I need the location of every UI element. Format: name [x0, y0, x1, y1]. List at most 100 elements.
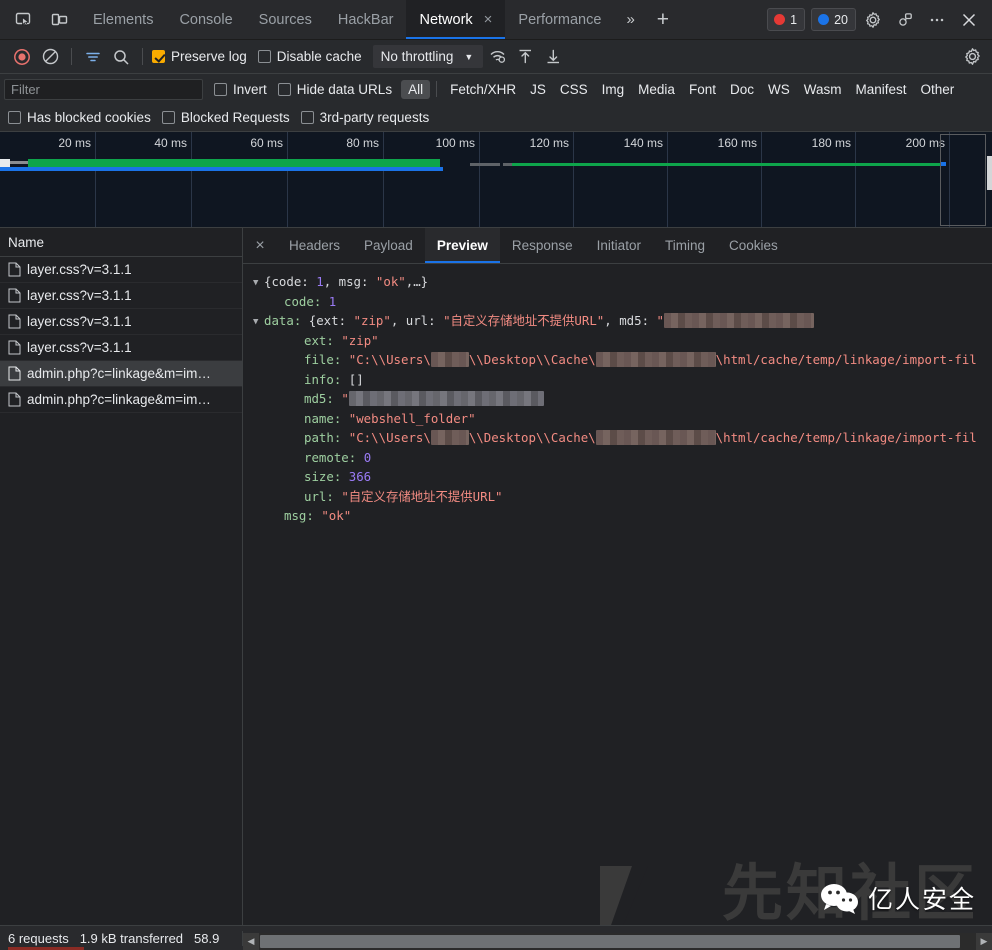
- json-token: ": [657, 313, 664, 328]
- device-toolbar-icon[interactable]: [44, 6, 74, 34]
- scroll-left-arrow-icon[interactable]: ◀: [243, 933, 259, 950]
- json-tree-row[interactable]: code: 1: [243, 292, 992, 312]
- tab-preview[interactable]: Preview: [425, 228, 500, 263]
- add-tab-button[interactable]: +: [647, 0, 679, 39]
- request-row-3[interactable]: layer.css?v=3.1.1: [0, 309, 242, 335]
- resource-type-filters: All Fetch/XHR JS CSS Img Media Font Doc …: [401, 80, 961, 99]
- type-filter-js[interactable]: JS: [523, 80, 553, 99]
- json-tree-row[interactable]: info: []: [243, 370, 992, 390]
- type-filter-font[interactable]: Font: [682, 80, 723, 99]
- type-filter-wasm[interactable]: Wasm: [797, 80, 849, 99]
- hide-data-urls-checkbox[interactable]: Hide data URLs: [276, 82, 401, 97]
- checkbox-box: [278, 83, 291, 96]
- filter-icon[interactable]: [79, 44, 107, 70]
- checkbox-box: [214, 83, 227, 96]
- checkbox-box: [301, 111, 314, 124]
- inspect-element-icon[interactable]: [8, 6, 38, 34]
- type-filter-media[interactable]: Media: [631, 80, 682, 99]
- has-blocked-cookies-checkbox[interactable]: Has blocked cookies: [6, 110, 160, 125]
- json-token: url:: [304, 489, 341, 504]
- close-detail-icon[interactable]: ×: [243, 228, 277, 263]
- json-tree-row[interactable]: ▼{code: 1, msg: "ok",…}: [243, 272, 992, 292]
- overview-selection-box[interactable]: [940, 134, 986, 226]
- tab-payload[interactable]: Payload: [352, 228, 425, 263]
- detail-tabs: × Headers Payload Preview Response Initi…: [243, 228, 992, 264]
- preserve-log-checkbox[interactable]: Preserve log: [150, 49, 256, 64]
- tab-timing[interactable]: Timing: [653, 228, 717, 263]
- checkbox-box: [8, 111, 21, 124]
- kebab-menu-icon[interactable]: [922, 6, 952, 34]
- json-tree-row[interactable]: path: "C:\\Users\\\Desktop\\Cache\\html/…: [243, 428, 992, 448]
- error-counter[interactable]: 1: [767, 8, 805, 31]
- json-tree-row[interactable]: remote: 0: [243, 448, 992, 468]
- tab-response[interactable]: Response: [500, 228, 585, 263]
- tab-cookies[interactable]: Cookies: [717, 228, 790, 263]
- tab-initiator[interactable]: Initiator: [585, 228, 653, 263]
- import-har-icon[interactable]: [511, 44, 539, 70]
- overview-tick-label: 60 ms: [250, 136, 283, 150]
- request-list-header[interactable]: Name: [0, 228, 242, 257]
- scroll-right-arrow-icon[interactable]: ▶: [976, 933, 992, 950]
- request-row-6[interactable]: admin.php?c=linkage&m=im…: [0, 387, 242, 413]
- overview-bars: [0, 159, 992, 181]
- preview-json-tree[interactable]: ▼{code: 1, msg: "ok",…}code: 1▼data: {ex…: [243, 264, 992, 925]
- record-button[interactable]: [8, 44, 36, 70]
- third-party-requests-checkbox[interactable]: 3rd-party requests: [299, 110, 439, 125]
- search-icon[interactable]: [107, 44, 135, 70]
- type-filter-other[interactable]: Other: [914, 80, 962, 99]
- request-row-2[interactable]: layer.css?v=3.1.1: [0, 283, 242, 309]
- info-counter[interactable]: 20: [811, 8, 856, 31]
- tab-network[interactable]: Network ×: [406, 0, 505, 39]
- type-filter-img[interactable]: Img: [595, 80, 632, 99]
- scrollbar-thumb[interactable]: [260, 935, 960, 948]
- network-settings-gear-icon[interactable]: [958, 44, 986, 70]
- request-row-4[interactable]: layer.css?v=3.1.1: [0, 335, 242, 361]
- json-token: ,…}: [406, 274, 428, 289]
- tab-performance[interactable]: Performance: [505, 0, 614, 39]
- tab-console[interactable]: Console: [166, 0, 245, 39]
- request-list-body: layer.css?v=3.1.1 layer.css?v=3.1.1 laye…: [0, 257, 242, 925]
- json-tree-row[interactable]: msg: "ok": [243, 506, 992, 526]
- tab-sources[interactable]: Sources: [246, 0, 325, 39]
- more-options-icon[interactable]: [890, 6, 920, 34]
- type-filter-doc[interactable]: Doc: [723, 80, 761, 99]
- json-tree-row[interactable]: size: 366: [243, 467, 992, 487]
- json-tree-row[interactable]: md5: ": [243, 389, 992, 409]
- export-har-icon[interactable]: [539, 44, 567, 70]
- document-icon: [8, 392, 21, 407]
- disable-cache-checkbox[interactable]: Disable cache: [256, 49, 371, 64]
- json-tree-row[interactable]: file: "C:\\Users\\\Desktop\\Cache\\html/…: [243, 350, 992, 370]
- network-overview-timeline[interactable]: 20 ms 40 ms 60 ms 80 ms 100 ms 120 ms 14…: [0, 132, 992, 228]
- json-token: md5:: [304, 391, 341, 406]
- json-tree-row[interactable]: url: "自定义存储地址不提供URL": [243, 487, 992, 507]
- close-devtools-icon[interactable]: [954, 6, 984, 34]
- close-icon[interactable]: ×: [484, 12, 493, 27]
- blocked-requests-checkbox[interactable]: Blocked Requests: [160, 110, 299, 125]
- document-icon: [8, 288, 21, 303]
- type-filter-manifest[interactable]: Manifest: [848, 80, 913, 99]
- json-tree-row[interactable]: ext: "zip": [243, 331, 992, 351]
- json-token: 366: [349, 469, 371, 484]
- detail-horizontal-scrollbar[interactable]: ◀ ▶: [243, 933, 992, 950]
- tab-elements[interactable]: Elements: [80, 0, 166, 39]
- gear-icon[interactable]: [858, 6, 888, 34]
- overview-right-handle[interactable]: [987, 156, 992, 190]
- request-row-5[interactable]: admin.php?c=linkage&m=im…: [0, 361, 242, 387]
- type-filter-all[interactable]: All: [401, 80, 430, 99]
- type-filter-fetch-xhr[interactable]: Fetch/XHR: [443, 80, 523, 99]
- tab-hackbar[interactable]: HackBar: [325, 0, 407, 39]
- type-filter-ws[interactable]: WS: [761, 80, 797, 99]
- request-row-1[interactable]: layer.css?v=3.1.1: [0, 257, 242, 283]
- more-tabs-icon[interactable]: »: [614, 0, 646, 39]
- tab-headers[interactable]: Headers: [277, 228, 352, 263]
- invert-checkbox[interactable]: Invert: [212, 82, 276, 97]
- filter-input[interactable]: [4, 79, 203, 100]
- json-tree-row[interactable]: ▼data: {ext: "zip", url: "自定义存储地址不提供URL"…: [243, 311, 992, 331]
- json-token: 1: [329, 294, 336, 309]
- json-tree-row[interactable]: name: "webshell_folder": [243, 409, 992, 429]
- throttling-dropdown[interactable]: No throttling ▼: [373, 45, 484, 68]
- type-filter-css[interactable]: CSS: [553, 80, 595, 99]
- clear-icon[interactable]: [36, 44, 64, 70]
- redacted-text-block: [349, 391, 544, 406]
- network-conditions-icon[interactable]: [483, 44, 511, 70]
